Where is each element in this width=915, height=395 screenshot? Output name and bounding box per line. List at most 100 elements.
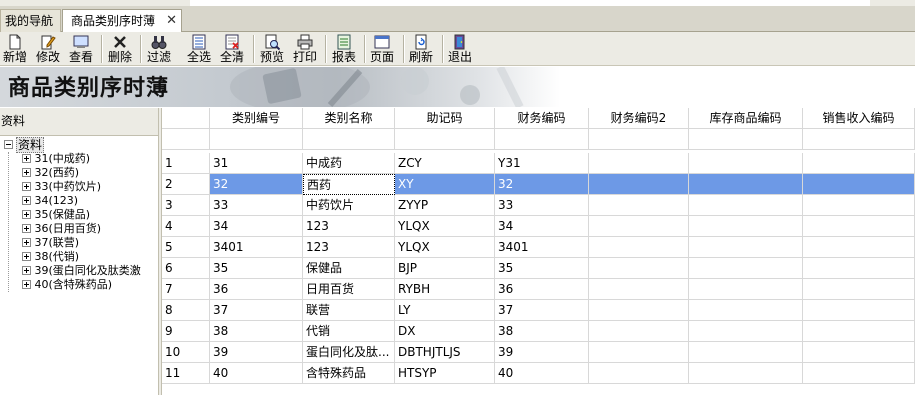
- tree-item[interactable]: 36(日用百货): [22, 222, 101, 236]
- table-cell[interactable]: [589, 174, 689, 195]
- table-cell[interactable]: [689, 300, 803, 321]
- expand-icon[interactable]: [22, 223, 31, 233]
- view-button[interactable]: 查看: [68, 33, 94, 65]
- page-setup-button[interactable]: 页面: [369, 33, 395, 65]
- expand-icon[interactable]: [22, 153, 31, 163]
- tree-item[interactable]: 34(123): [22, 194, 78, 208]
- table-cell[interactable]: [803, 195, 915, 216]
- filter-cell[interactable]: [495, 129, 589, 150]
- table-cell[interactable]: [803, 279, 915, 300]
- expand-icon[interactable]: [22, 209, 31, 219]
- tree-item[interactable]: 31(中成药): [22, 152, 90, 166]
- tree-item[interactable]: 37(联营): [22, 236, 79, 250]
- table-cell[interactable]: RYBH: [395, 279, 495, 300]
- column-header[interactable]: 财务编码: [495, 108, 589, 129]
- table-cell[interactable]: DX: [395, 321, 495, 342]
- table-cell[interactable]: ZYYP: [395, 195, 495, 216]
- table-cell[interactable]: [589, 321, 689, 342]
- table-cell[interactable]: [803, 363, 915, 384]
- exit-button[interactable]: 退出: [447, 33, 473, 65]
- collapse-icon[interactable]: [4, 140, 13, 149]
- column-header[interactable]: 库存商品编码: [689, 108, 803, 129]
- table-cell[interactable]: [803, 321, 915, 342]
- table-cell[interactable]: 35: [495, 258, 589, 279]
- table-cell[interactable]: 日用百货: [303, 279, 395, 300]
- table-cell[interactable]: [803, 258, 915, 279]
- table-cell[interactable]: 36: [495, 279, 589, 300]
- table-cell[interactable]: 123: [303, 237, 395, 258]
- table-cell[interactable]: LY: [395, 300, 495, 321]
- table-cell[interactable]: [589, 342, 689, 363]
- filter-cell[interactable]: [210, 129, 303, 150]
- table-cell[interactable]: 38: [210, 321, 303, 342]
- table-row[interactable]: 1 31 中成药 ZCY Y31: [162, 153, 915, 174]
- table-cell[interactable]: 34: [210, 216, 303, 237]
- table-cell[interactable]: [589, 363, 689, 384]
- tree-item[interactable]: 33(中药饮片): [22, 180, 101, 194]
- column-header[interactable]: 财务编码2: [589, 108, 689, 129]
- table-cell[interactable]: 蛋白同化及肽...: [303, 342, 395, 363]
- table-cell[interactable]: 3401: [495, 237, 589, 258]
- table-row[interactable]: 2 32 西药 XY 32: [162, 174, 915, 195]
- table-cell[interactable]: 33: [495, 195, 589, 216]
- table-row[interactable]: 7 36 日用百货 RYBH 36: [162, 279, 915, 300]
- table-cell[interactable]: 西药: [303, 174, 395, 195]
- tree-item[interactable]: 38(代销): [22, 250, 79, 264]
- tree-item[interactable]: 39(蛋白同化及肽类激: [22, 264, 141, 278]
- table-cell[interactable]: [689, 216, 803, 237]
- filter-cell[interactable]: [689, 129, 803, 150]
- report-button[interactable]: 报表: [331, 33, 357, 65]
- table-cell[interactable]: [689, 153, 803, 174]
- expand-icon[interactable]: [22, 167, 31, 177]
- table-cell[interactable]: YLQX: [395, 216, 495, 237]
- table-cell[interactable]: 32: [210, 174, 303, 195]
- table-cell[interactable]: 37: [210, 300, 303, 321]
- table-cell[interactable]: 36: [210, 279, 303, 300]
- table-cell[interactable]: Y31: [495, 153, 589, 174]
- column-header[interactable]: 助记码: [395, 108, 495, 129]
- table-row[interactable]: 8 37 联营 LY 37: [162, 300, 915, 321]
- table-cell[interactable]: DBTHJTLJS: [395, 342, 495, 363]
- table-cell[interactable]: [689, 279, 803, 300]
- table-cell[interactable]: 31: [210, 153, 303, 174]
- table-cell[interactable]: 中成药: [303, 153, 395, 174]
- table-cell[interactable]: 37: [495, 300, 589, 321]
- table-cell[interactable]: 40: [210, 363, 303, 384]
- table-cell[interactable]: 40: [495, 363, 589, 384]
- filter-cell[interactable]: [303, 129, 395, 150]
- column-header[interactable]: 销售收入编码: [803, 108, 915, 129]
- table-cell[interactable]: [589, 279, 689, 300]
- expand-icon[interactable]: [22, 251, 31, 261]
- table-row[interactable]: 6 35 保健品 BJP 35: [162, 258, 915, 279]
- filter-cell[interactable]: [395, 129, 495, 150]
- table-row[interactable]: 4 34 123 YLQX 34: [162, 216, 915, 237]
- table-cell[interactable]: [689, 174, 803, 195]
- table-cell[interactable]: [803, 300, 915, 321]
- print-button[interactable]: 打印: [292, 33, 318, 65]
- filter-cell[interactable]: [803, 129, 915, 150]
- table-cell[interactable]: [689, 342, 803, 363]
- tree-item[interactable]: 35(保健品): [22, 208, 90, 222]
- table-cell[interactable]: 联营: [303, 300, 395, 321]
- column-header[interactable]: 类别名称: [303, 108, 395, 129]
- table-cell[interactable]: [689, 321, 803, 342]
- table-cell[interactable]: BJP: [395, 258, 495, 279]
- refresh-button[interactable]: 刷新: [408, 33, 434, 65]
- tree-item[interactable]: 32(西药): [22, 166, 79, 180]
- table-cell[interactable]: 33: [210, 195, 303, 216]
- edit-button[interactable]: 修改: [36, 33, 60, 65]
- table-cell[interactable]: [803, 237, 915, 258]
- table-cell[interactable]: 保健品: [303, 258, 395, 279]
- table-cell[interactable]: [589, 237, 689, 258]
- table-cell[interactable]: [589, 153, 689, 174]
- table-cell[interactable]: [689, 258, 803, 279]
- tree-item[interactable]: 40(含特殊药品): [22, 278, 112, 292]
- select-all-button[interactable]: 全选: [186, 33, 212, 65]
- table-cell[interactable]: [589, 300, 689, 321]
- table-cell[interactable]: 38: [495, 321, 589, 342]
- table-row[interactable]: 3 33 中药饮片 ZYYP 33: [162, 195, 915, 216]
- table-cell[interactable]: [803, 216, 915, 237]
- table-cell[interactable]: [803, 153, 915, 174]
- table-cell[interactable]: [589, 258, 689, 279]
- expand-icon[interactable]: [22, 279, 31, 289]
